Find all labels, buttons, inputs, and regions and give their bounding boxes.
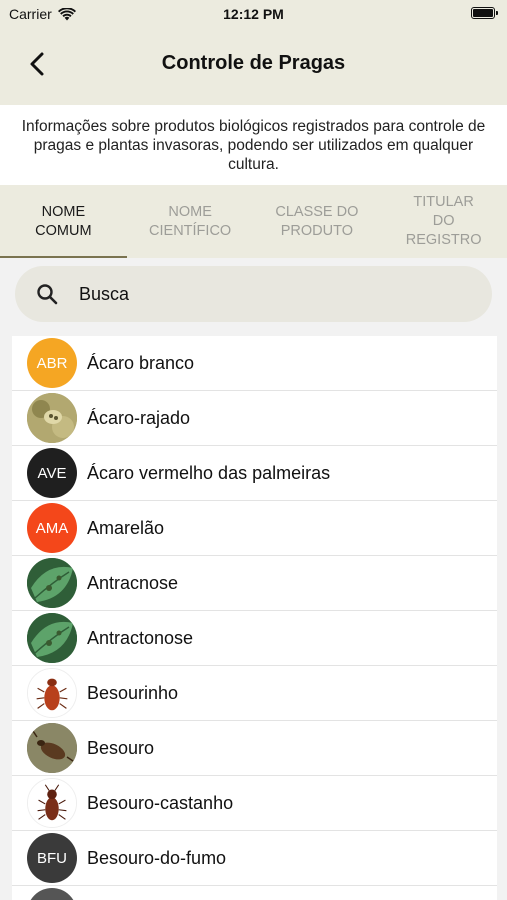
list-item-label: Ácaro vermelho das palmeiras [87,462,331,483]
tab-label-line: NOME [41,203,86,220]
tab-label-line: CIENTÍFICO [149,222,232,239]
list-item[interactable]: Antracnose [12,556,497,611]
list-item-label: Ácaro-rajado [87,407,191,428]
beetle-photo-icon [28,669,76,717]
list-item[interactable]: Antractonose [12,611,497,666]
tab-label-line: PRODUTO [280,222,353,239]
status-bar: Carrier 12:12 PM [0,0,507,28]
avatar [27,393,77,443]
list-item-label: Amarelão [87,517,165,538]
tab-label-line: REGISTRO [405,232,482,248]
list-item-label: Besouro-castanho [87,792,234,813]
list-item[interactable]: Besouro-castanho [12,776,497,831]
tab-label: TITULAR DO REGISTRO [406,193,482,250]
tab-bar: NOME COMUM NOME CIENTÍFICO CLASSE DO PRO… [0,185,507,258]
list-item-label: Besourinho [87,682,179,703]
list-item[interactable]: AVE Ácaro vermelho das palmeiras [12,446,497,501]
avatar: AMA [27,503,77,553]
list-item[interactable]: Besourinho [12,666,497,721]
tab-label-line: TITULAR [413,194,474,210]
list-item[interactable]: Ácaro-rajado [12,391,497,446]
tab-classe-do-produto[interactable]: CLASSE DO PRODUTO [254,185,381,258]
list-item[interactable]: ABR Ácaro branco [12,336,497,391]
page-title: Controle de Pragas [161,52,346,74]
mite-photo-icon [27,393,77,443]
avatar [27,613,77,663]
list-item-label: Besouro [87,737,155,758]
avatar [27,888,77,900]
tab-label-line: NOME [168,203,212,220]
tab-label: CLASSE DO PRODUTO [275,203,358,241]
avatar: ABR [27,338,77,388]
page-description: Informações sobre produtos biológicos re… [0,105,507,185]
avatar: BFU [27,833,77,883]
avatar [27,558,77,608]
tab-nome-comum[interactable]: NOME COMUM [0,185,127,258]
tab-label-line: DO [432,213,455,229]
nav-bar: Controle de Pragas [0,28,507,105]
search-bar[interactable] [15,266,492,322]
list-item-label: Antracnose [87,572,179,593]
tab-label: NOME CIENTÍFICO [149,203,231,241]
list-item[interactable]: BFU Besouro-do-fumo [12,831,497,886]
status-time: 12:12 PM [223,6,284,22]
search-icon [37,284,58,305]
battery-icon [471,7,498,19]
tab-label-line: COMUM [35,222,92,239]
list-item[interactable]: Besouro [12,721,497,776]
tab-label: NOME COMUM [35,203,91,241]
avatar-initials: ABR [36,354,68,372]
leaf-photo-icon [27,613,77,663]
avatar-initials: AMA [35,519,69,537]
tab-titular-do-registro[interactable]: TITULAR DO REGISTRO [380,185,507,258]
avatar-initials: AVE [37,464,67,482]
list-item-label: Ácaro branco [87,352,195,373]
list-item-label: Antractonose [87,627,194,648]
avatar [27,778,77,828]
avatar-initials: BFU [37,849,67,867]
beetle-photo-icon [28,779,76,827]
avatar [27,668,77,718]
pest-list: ABR Ácaro branco Ácaro-rajado AVE Ácaro … [12,336,497,900]
list-item-label: Besouro-do-fumo [87,847,227,868]
search-input[interactable] [79,283,439,305]
search-area [0,258,507,336]
list-item[interactable] [12,886,497,900]
beetle-photo-icon [27,723,77,773]
avatar [27,723,77,773]
header: Carrier 12:12 PM Controle de Pragas [0,0,507,105]
leaf-photo-icon [27,558,77,608]
tab-label-line: CLASSE DO [275,203,359,220]
list-item[interactable]: AMA Amarelão [12,501,497,556]
tab-nome-cientifico[interactable]: NOME CIENTÍFICO [127,185,254,258]
avatar: AVE [27,448,77,498]
